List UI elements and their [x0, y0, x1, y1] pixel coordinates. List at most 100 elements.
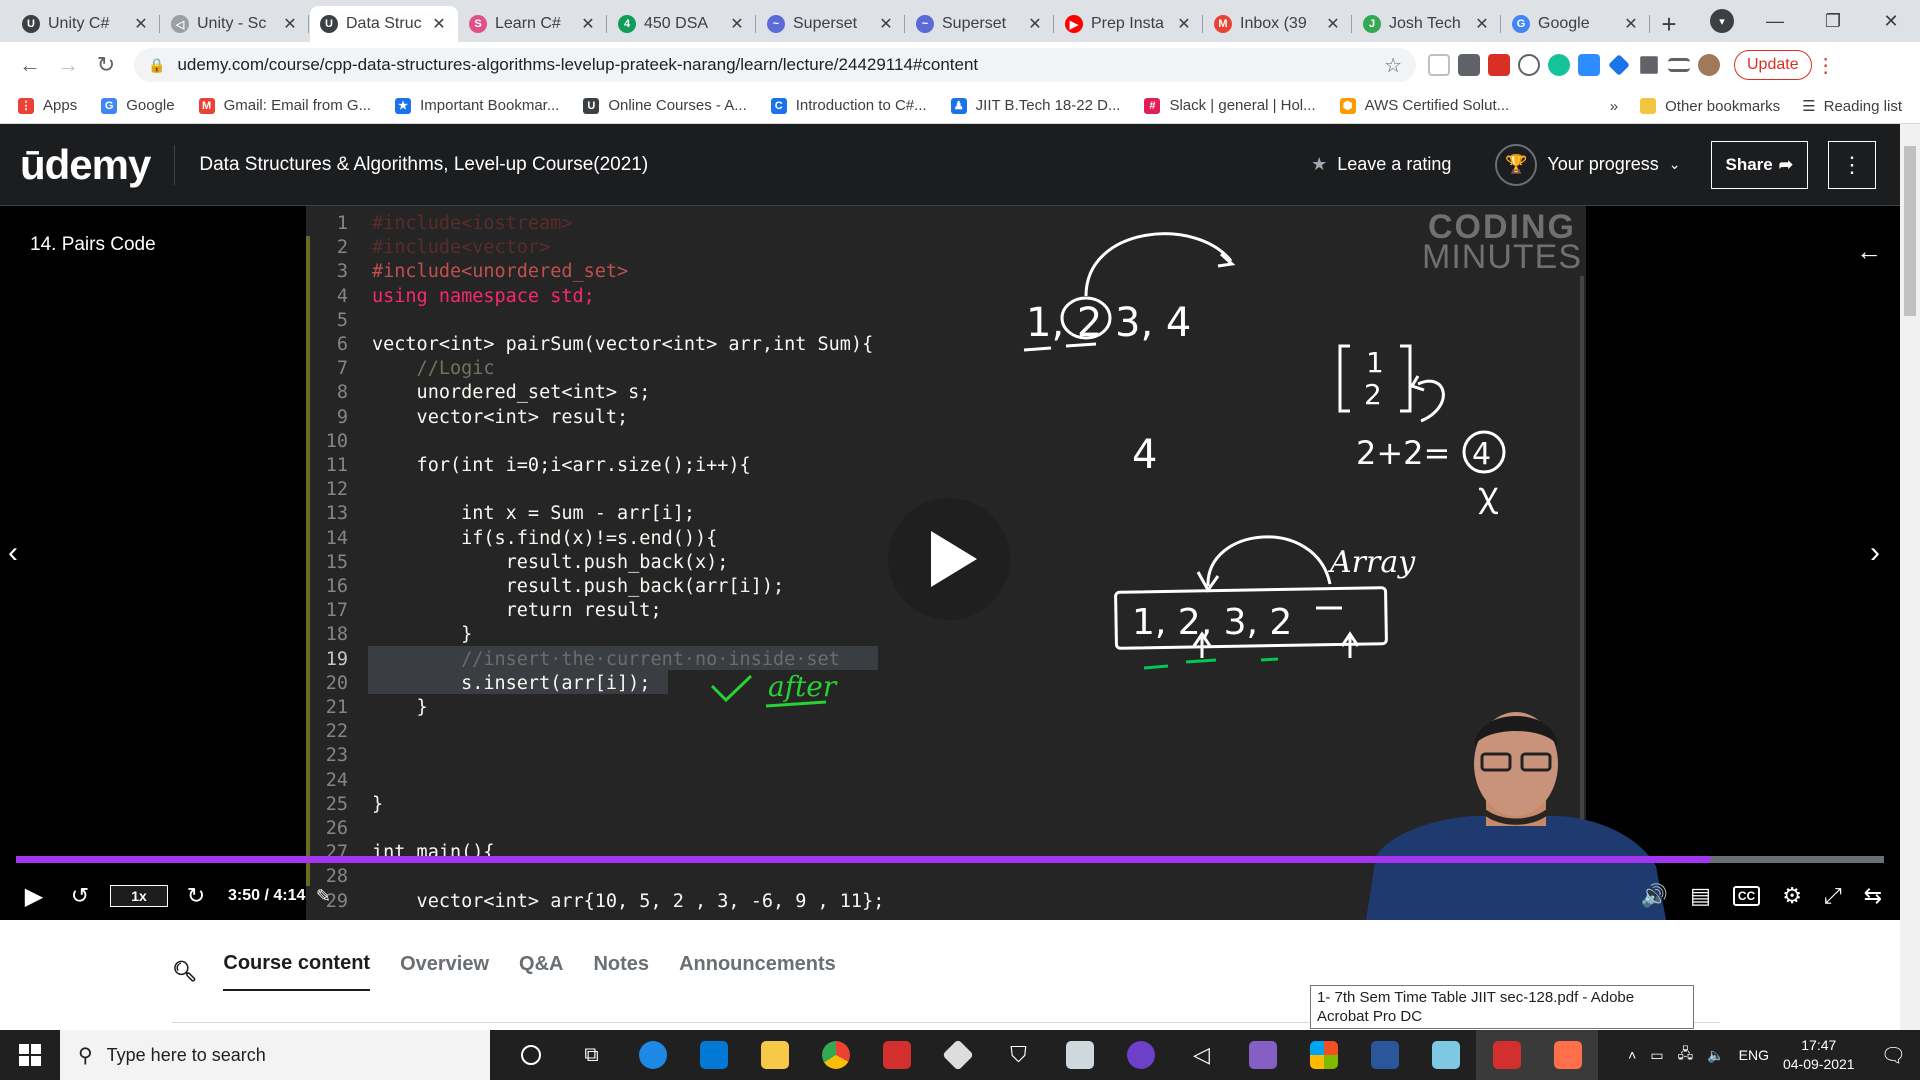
browser-tab[interactable]: S Learn C# ✕	[459, 6, 607, 42]
office-icon[interactable]	[1293, 1030, 1354, 1080]
store-icon[interactable]	[683, 1030, 744, 1080]
browser-tab[interactable]: U Data Struc ✕	[310, 6, 458, 42]
bookmark-item[interactable]: M Gmail: Email from G...	[198, 97, 371, 114]
close-tab-icon[interactable]: ✕	[1622, 14, 1640, 34]
leave-rating-button[interactable]: ★ Leave a rating	[1311, 154, 1451, 175]
reading-list-button[interactable]: ☰ Reading list	[1802, 97, 1902, 116]
bookmark-star-icon[interactable]: ☆	[1384, 53, 1402, 78]
security-shield-icon[interactable]: ⛉	[988, 1030, 1049, 1080]
more-options-icon[interactable]: ⋮	[1828, 140, 1876, 189]
rewind-icon[interactable]: ↺	[62, 876, 98, 916]
app-icon[interactable]	[1537, 1030, 1598, 1080]
tab-search-icon[interactable]: ▾	[1710, 9, 1734, 33]
taskbar-search-input[interactable]: ⚲ Type here to search	[60, 1030, 490, 1080]
scrollbar-thumb[interactable]	[1904, 146, 1916, 316]
udemy-logo[interactable]: ūdemy	[20, 141, 151, 189]
video-player[interactable]: 14. Pairs Code 1 #include<iostream> 2 #incl…	[0, 206, 1900, 920]
browser-tab[interactable]: ◁ Unity - Sc ✕	[161, 6, 309, 42]
other-bookmarks-folder[interactable]: Other bookmarks	[1640, 98, 1780, 115]
tab-overview[interactable]: Overview	[400, 953, 489, 990]
tab-notes[interactable]: Notes	[593, 953, 649, 990]
language-indicator[interactable]: ENG	[1739, 1047, 1769, 1063]
forward-icon[interactable]: ↻	[178, 876, 214, 916]
bookmark-item[interactable]: # Slack | general | Hol...	[1144, 97, 1316, 114]
close-tab-icon[interactable]: ✕	[1175, 14, 1193, 34]
extension-icon[interactable]	[1458, 54, 1480, 76]
course-title[interactable]: Data Structures & Algorithms, Level-up C…	[199, 154, 648, 176]
theater-mode-icon[interactable]: ⇆	[1864, 883, 1882, 909]
notepad-icon[interactable]	[1415, 1030, 1476, 1080]
restore-icon[interactable]: ❐	[1804, 11, 1862, 32]
app-icon[interactable]	[866, 1030, 927, 1080]
lock-icon[interactable]: 🔒	[148, 57, 165, 74]
play-icon[interactable]: ▶	[6, 876, 62, 916]
fullscreen-icon[interactable]: ⤢	[1824, 883, 1842, 909]
bookmark-item[interactable]: ⋮ Apps	[18, 97, 77, 114]
chrome-menu-icon[interactable]: ⋮	[1816, 53, 1836, 78]
bookmarks-overflow-icon[interactable]: »	[1610, 98, 1618, 115]
word-icon[interactable]	[1354, 1030, 1415, 1080]
cortana-icon[interactable]	[500, 1030, 561, 1080]
extension-icon[interactable]	[1518, 54, 1540, 76]
browser-tab[interactable]: U Unity C# ✕	[12, 6, 160, 42]
unity-icon[interactable]	[927, 1030, 988, 1080]
close-window-icon[interactable]: ✕	[1862, 11, 1920, 32]
browser-tab[interactable]: ~ Superset ✕	[906, 6, 1054, 42]
windows-start-icon[interactable]	[0, 1030, 60, 1080]
zoom-icon[interactable]	[1578, 54, 1600, 76]
close-tab-icon[interactable]: ✕	[132, 14, 150, 34]
pdf-extension-icon[interactable]	[1488, 54, 1510, 76]
browser-tab[interactable]: ~ Superset ✕	[757, 6, 905, 42]
close-tab-icon[interactable]: ✕	[281, 14, 299, 34]
grammarly-icon[interactable]	[1548, 54, 1570, 76]
tab-course-content[interactable]: Course content	[223, 952, 371, 991]
notifications-icon[interactable]: 🗨	[1881, 1043, 1906, 1068]
expand-sidebar-arrow-icon[interactable]: ←	[1856, 236, 1882, 267]
close-tab-icon[interactable]: ✕	[728, 14, 746, 34]
volume-icon[interactable]: 🔊	[1641, 883, 1668, 909]
minimize-icon[interactable]: —	[1746, 11, 1804, 32]
acrobat-icon[interactable]	[1476, 1030, 1537, 1080]
visual-studio-icon[interactable]	[1232, 1030, 1293, 1080]
avatar[interactable]	[1698, 54, 1720, 76]
close-tab-icon[interactable]: ✕	[430, 14, 448, 34]
page-scrollbar[interactable]	[1900, 124, 1920, 1030]
close-tab-icon[interactable]: ✕	[1473, 14, 1491, 34]
clock[interactable]: 17:47 04-09-2021	[1783, 1036, 1855, 1074]
playback-speed-button[interactable]: 1x	[110, 885, 168, 907]
forward-arrow-icon[interactable]: →	[50, 47, 86, 83]
task-view-icon[interactable]: ⧉	[561, 1030, 622, 1080]
address-bar[interactable]: 🔒 udemy.com/course/cpp-data-structures-a…	[134, 48, 1416, 82]
captions-icon[interactable]: CC	[1732, 886, 1761, 906]
back-arrow-icon[interactable]: ←	[12, 47, 48, 83]
extension-icon[interactable]	[1428, 54, 1450, 76]
browser-tab[interactable]: M Inbox (39 ✕	[1204, 6, 1352, 42]
transcript-icon[interactable]: ▤	[1690, 883, 1711, 909]
search-icon[interactable]: 🔍︎	[172, 959, 197, 984]
bookmark-item[interactable]: U Online Courses - A...	[583, 97, 747, 114]
speaker-icon[interactable]: 🔈	[1707, 1047, 1724, 1064]
big-play-button[interactable]	[888, 498, 1010, 620]
progress-button[interactable]: 🏆 Your progress ⌄	[1495, 143, 1681, 186]
app-icon[interactable]	[1049, 1030, 1110, 1080]
previous-lecture-arrow-icon[interactable]: ‹	[8, 536, 18, 570]
browser-tab[interactable]: ▶ Prep Insta ✕	[1055, 6, 1203, 42]
media-icon[interactable]	[1668, 58, 1690, 72]
reload-icon[interactable]: ↻	[88, 47, 124, 83]
chrome-icon[interactable]	[805, 1030, 866, 1080]
close-tab-icon[interactable]: ✕	[877, 14, 895, 34]
network-icon[interactable]: 🖧	[1678, 1043, 1694, 1067]
tab-qa[interactable]: Q&A	[519, 953, 563, 990]
next-lecture-arrow-icon[interactable]: ›	[1870, 536, 1880, 570]
bookmark-note-icon[interactable]: ✎	[305, 876, 341, 916]
bookmark-item[interactable]: ♟ JIIT B.Tech 18-22 D...	[950, 97, 1120, 114]
extension-icon[interactable]	[1608, 54, 1630, 76]
battery-icon[interactable]: ▭	[1650, 1047, 1663, 1064]
video-progress-bar[interactable]	[16, 856, 1884, 863]
puzzle-icon[interactable]	[1640, 56, 1658, 74]
tab-announcements[interactable]: Announcements	[679, 953, 836, 990]
unity-hub-icon[interactable]: ◁	[1171, 1030, 1232, 1080]
close-tab-icon[interactable]: ✕	[579, 14, 597, 34]
browser-tab[interactable]: 4 450 DSA ✕	[608, 6, 756, 42]
browser-tab[interactable]: J Josh Tech ✕	[1353, 6, 1501, 42]
